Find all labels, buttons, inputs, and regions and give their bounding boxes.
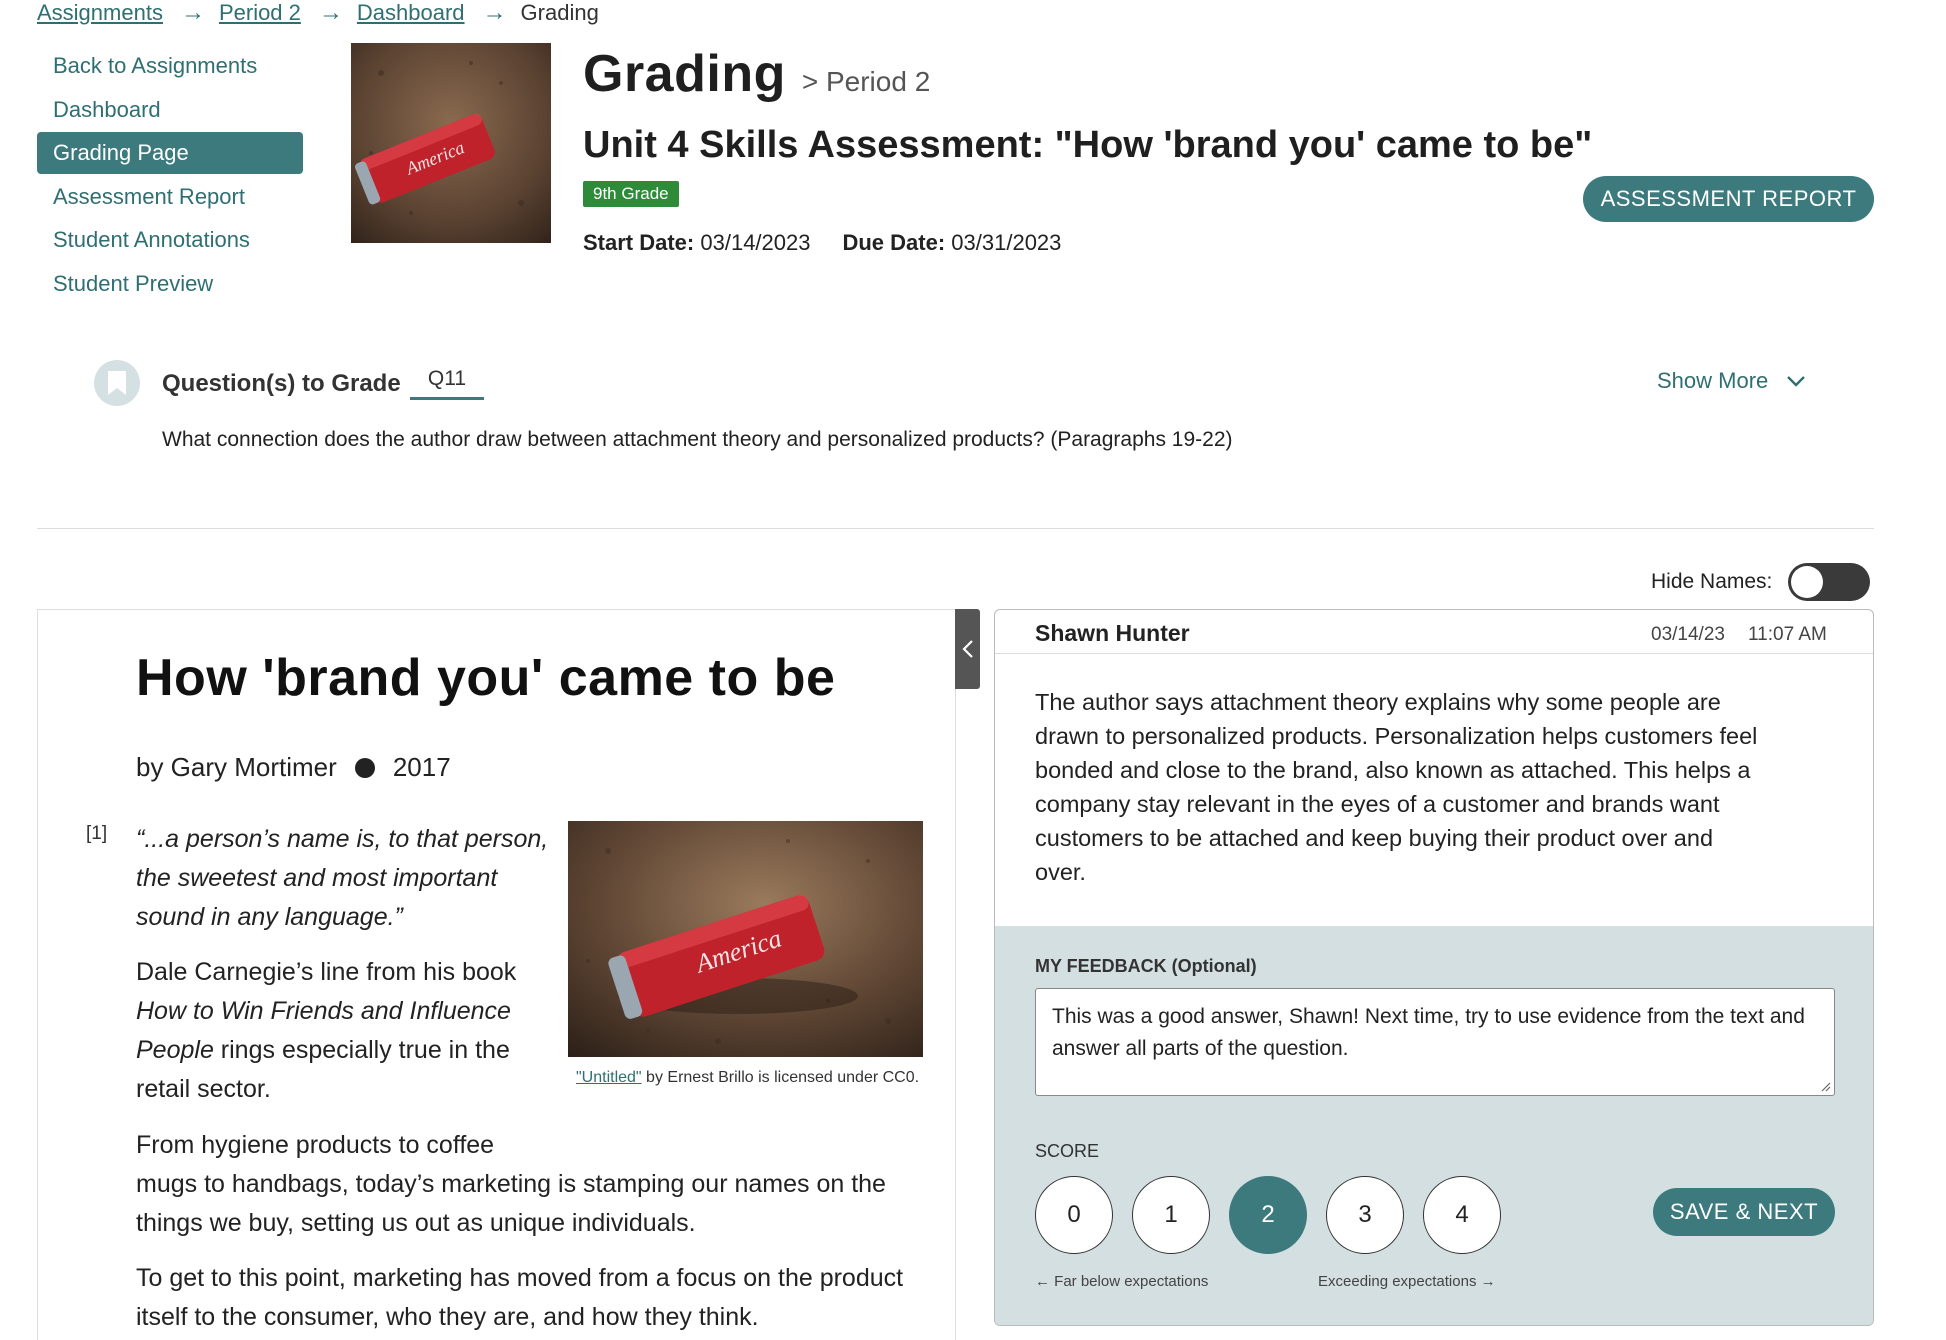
question-text: What connection does the author draw bet… [162,428,1233,451]
breadcrumb-period-2[interactable]: Period 2 [219,0,301,26]
article-panel[interactable]: How 'brand you' came to be by Gary Morti… [37,609,956,1340]
article-paragraph: Dale Carnegie’s line from his book How t… [136,953,556,1109]
nav-dashboard[interactable]: Dashboard [37,89,303,131]
scale-low-label: ← Far below expectations [1035,1273,1208,1290]
response-header: Shawn Hunter 03/14/23 11:07 AM [995,610,1873,654]
score-option-3[interactable]: 3 [1326,1176,1404,1254]
paragraph-text: From hygiene products to coffee [136,1131,495,1159]
score-option-1[interactable]: 1 [1132,1176,1210,1254]
section-divider [37,528,1874,529]
breadcrumb-current: Grading [520,0,599,25]
due-date-value: 03/31/2023 [951,230,1062,255]
page-title: Grading [583,45,786,103]
hide-names-control: Hide Names: [1651,563,1871,601]
show-more-button[interactable]: Show More [1657,368,1806,394]
start-date: Start Date: 03/14/2023 [583,230,810,256]
chevron-down-icon [1787,376,1806,387]
caption-text: by Ernest Brillo is licensed under CC0. [641,1069,920,1086]
response-time: 11:07 AM [1748,624,1827,645]
feedback-label: MY FEEDBACK (Optional) [1035,956,1257,976]
questions-to-grade-label: Question(s) to Grade [162,370,401,397]
nav-grading-page[interactable]: Grading Page [37,132,303,174]
start-date-value: 03/14/2023 [700,230,811,255]
breadcrumb-dashboard[interactable]: Dashboard [357,0,465,26]
page-subtitle: > Period 2 [801,66,931,97]
hide-names-toggle[interactable] [1788,563,1871,601]
arrow-right-icon: → [318,0,343,26]
arrow-right-icon: → [180,0,205,26]
feedback-input[interactable]: This was a good answer, Shawn! Next time… [1035,988,1835,1096]
paragraph-number: [1] [86,823,108,844]
tab-q11[interactable]: Q11 [410,367,484,400]
scale-high-label: Exceeding expectations → [1318,1273,1496,1290]
score-label: SCORE [1035,1141,1100,1161]
nav-student-preview[interactable]: Student Preview [37,263,303,305]
score-option-2[interactable]: 2 [1229,1176,1307,1254]
score-option-0[interactable]: 0 [1035,1176,1113,1254]
due-date-label: Due Date: [842,230,946,255]
article-paragraph: To get to this point, marketing has move… [136,1264,904,1331]
toggle-knob [1791,566,1824,598]
assessment-report-button[interactable]: ASSESSMENT REPORT [1583,176,1874,222]
breadcrumb-assignments[interactable]: Assignments [37,0,163,26]
article-byline: by Gary Mortimer 2017 [136,752,451,783]
score-option-4[interactable]: 4 [1423,1176,1501,1254]
caption-link[interactable]: "Untitled" [576,1069,642,1086]
assignment-title: Unit 4 Skills Assessment: "How 'brand yo… [583,124,1593,166]
paragraph-text: Dale Carnegie’s line from his book [136,958,517,986]
show-more-label: Show More [1657,368,1769,393]
nav-student-annotations[interactable]: Student Annotations [37,219,303,261]
resize-handle-icon[interactable] [1819,1080,1831,1092]
grade-badge: 9th Grade [583,181,679,207]
response-date: 03/14/23 [1651,624,1725,645]
collapse-panel-button[interactable] [955,609,980,689]
feedback-section: MY FEEDBACK (Optional) This was a good a… [995,926,1873,1325]
left-nav: Back to Assignments Dashboard Grading Pa… [37,45,303,306]
nav-back-to-assignments[interactable]: Back to Assignments [37,45,303,87]
arrow-right-icon: → [482,0,507,26]
article-title: How 'brand you' came to be [136,649,836,707]
arrow-left-icon: ← [1035,1273,1055,1290]
assignment-thumbnail: America [351,43,551,243]
breadcrumb: Assignments → Period 2 → Dashboard → Gra… [37,0,599,26]
start-date-label: Start Date: [583,230,695,255]
nav-assessment-report[interactable]: Assessment Report [37,176,303,218]
student-response-panel: Shawn Hunter 03/14/23 11:07 AM The autho… [994,609,1874,1326]
arrow-right-icon: → [1476,1273,1496,1290]
student-answer: The author says attachment theory explai… [1035,689,1758,885]
student-name: Shawn Hunter [1035,620,1190,646]
paragraph-text: mugs to handbags, today’s marketing is s… [136,1170,886,1237]
article-year: 2017 [392,752,451,782]
image-caption: "Untitled" by Ernest Brillo is licensed … [576,1065,926,1090]
chevron-left-icon [961,640,973,658]
bookmark-icon [94,360,140,406]
assignment-dates: Start Date: 03/14/2023 Due Date: 03/31/2… [583,230,1061,256]
article-quote: “...a person’s name is, to that person, … [136,825,549,931]
due-date: Due Date: 03/31/2023 [842,230,1061,256]
article-image: America [568,821,923,1057]
bullet-dot [354,757,375,778]
scale-high-text: Exceeding expectations [1318,1273,1477,1290]
score-options: 0 1 2 3 4 [1035,1176,1501,1254]
article-author: by Gary Mortimer [136,752,337,782]
article-paragraph: From hygiene products to coffee mugs to … [136,1126,936,1243]
save-next-button[interactable]: SAVE & NEXT [1653,1188,1835,1236]
scale-low-text: Far below expectations [1054,1273,1209,1290]
hide-names-label: Hide Names: [1651,570,1773,593]
page-title-row: Grading > Period 2 [583,44,930,104]
